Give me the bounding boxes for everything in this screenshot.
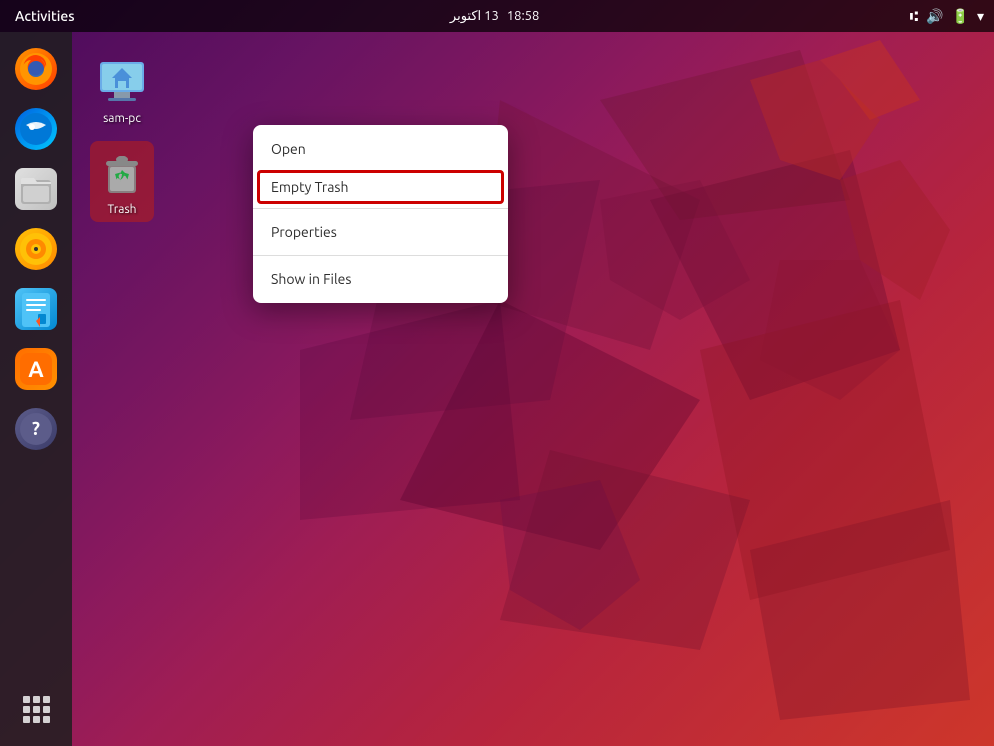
dock-item-show-apps[interactable] xyxy=(9,682,63,736)
network-icon[interactable]: ⑆ xyxy=(910,8,918,24)
battery-icon[interactable]: 🔋 xyxy=(952,8,969,25)
dock-item-writer[interactable] xyxy=(9,282,63,336)
dock-item-firefox[interactable] xyxy=(9,42,63,96)
volume-icon[interactable]: 🔊 xyxy=(926,8,943,25)
firefox-icon xyxy=(15,48,57,90)
dock-item-appcenter[interactable]: A xyxy=(9,342,63,396)
context-menu-item-open[interactable]: Open xyxy=(253,130,508,168)
topbar-time: 18:58 xyxy=(507,9,540,23)
system-menu-icon[interactable]: ▾ xyxy=(977,8,984,25)
topbar-right: ⑆ 🔊 🔋 ▾ xyxy=(910,8,984,25)
svg-text:?: ? xyxy=(32,419,40,439)
trash-label: Trash xyxy=(107,203,136,216)
topbar-left: Activities xyxy=(10,8,80,24)
context-menu-item-properties[interactable]: Properties xyxy=(253,213,508,251)
writer-icon xyxy=(15,288,57,330)
rhythmbox-icon xyxy=(15,228,57,270)
sam-pc-icon xyxy=(96,56,148,108)
thunderbird-icon xyxy=(15,108,57,150)
context-menu-item-empty-trash[interactable]: Empty Trash xyxy=(257,170,504,204)
topbar-date: 13 اکتوبر xyxy=(450,9,499,24)
dock-item-help[interactable]: ? xyxy=(9,402,63,456)
context-menu-separator-1 xyxy=(253,208,508,209)
trash-icon xyxy=(96,147,148,199)
show-apps-icon xyxy=(15,688,57,730)
desktop-icon-trash[interactable]: Trash xyxy=(90,141,154,222)
context-menu-item-show-in-files[interactable]: Show in Files xyxy=(253,260,508,298)
desktop-icons-area: sam-pc xyxy=(90,50,154,232)
context-menu-separator-2 xyxy=(253,255,508,256)
topbar: Activities 18:58 13 اکتوبر ⑆ 🔊 🔋 ▾ xyxy=(0,0,994,32)
desktop: Activities 18:58 13 اکتوبر ⑆ 🔊 🔋 ▾ xyxy=(0,0,994,746)
files-icon xyxy=(15,168,57,210)
help-icon: ? xyxy=(15,408,57,450)
context-menu: Open Empty Trash Properties Show in File… xyxy=(253,125,508,303)
sam-pc-label: sam-pc xyxy=(103,112,141,125)
appcenter-icon: A xyxy=(15,348,57,390)
topbar-clock[interactable]: 18:58 13 اکتوبر xyxy=(450,9,539,24)
dock: A ? xyxy=(0,32,72,746)
dock-item-files[interactable] xyxy=(9,162,63,216)
activities-button[interactable]: Activities xyxy=(10,8,80,24)
svg-text:A: A xyxy=(28,357,44,382)
dock-item-thunderbird[interactable] xyxy=(9,102,63,156)
desktop-icon-sam-pc[interactable]: sam-pc xyxy=(90,50,154,131)
dock-item-rhythmbox[interactable] xyxy=(9,222,63,276)
